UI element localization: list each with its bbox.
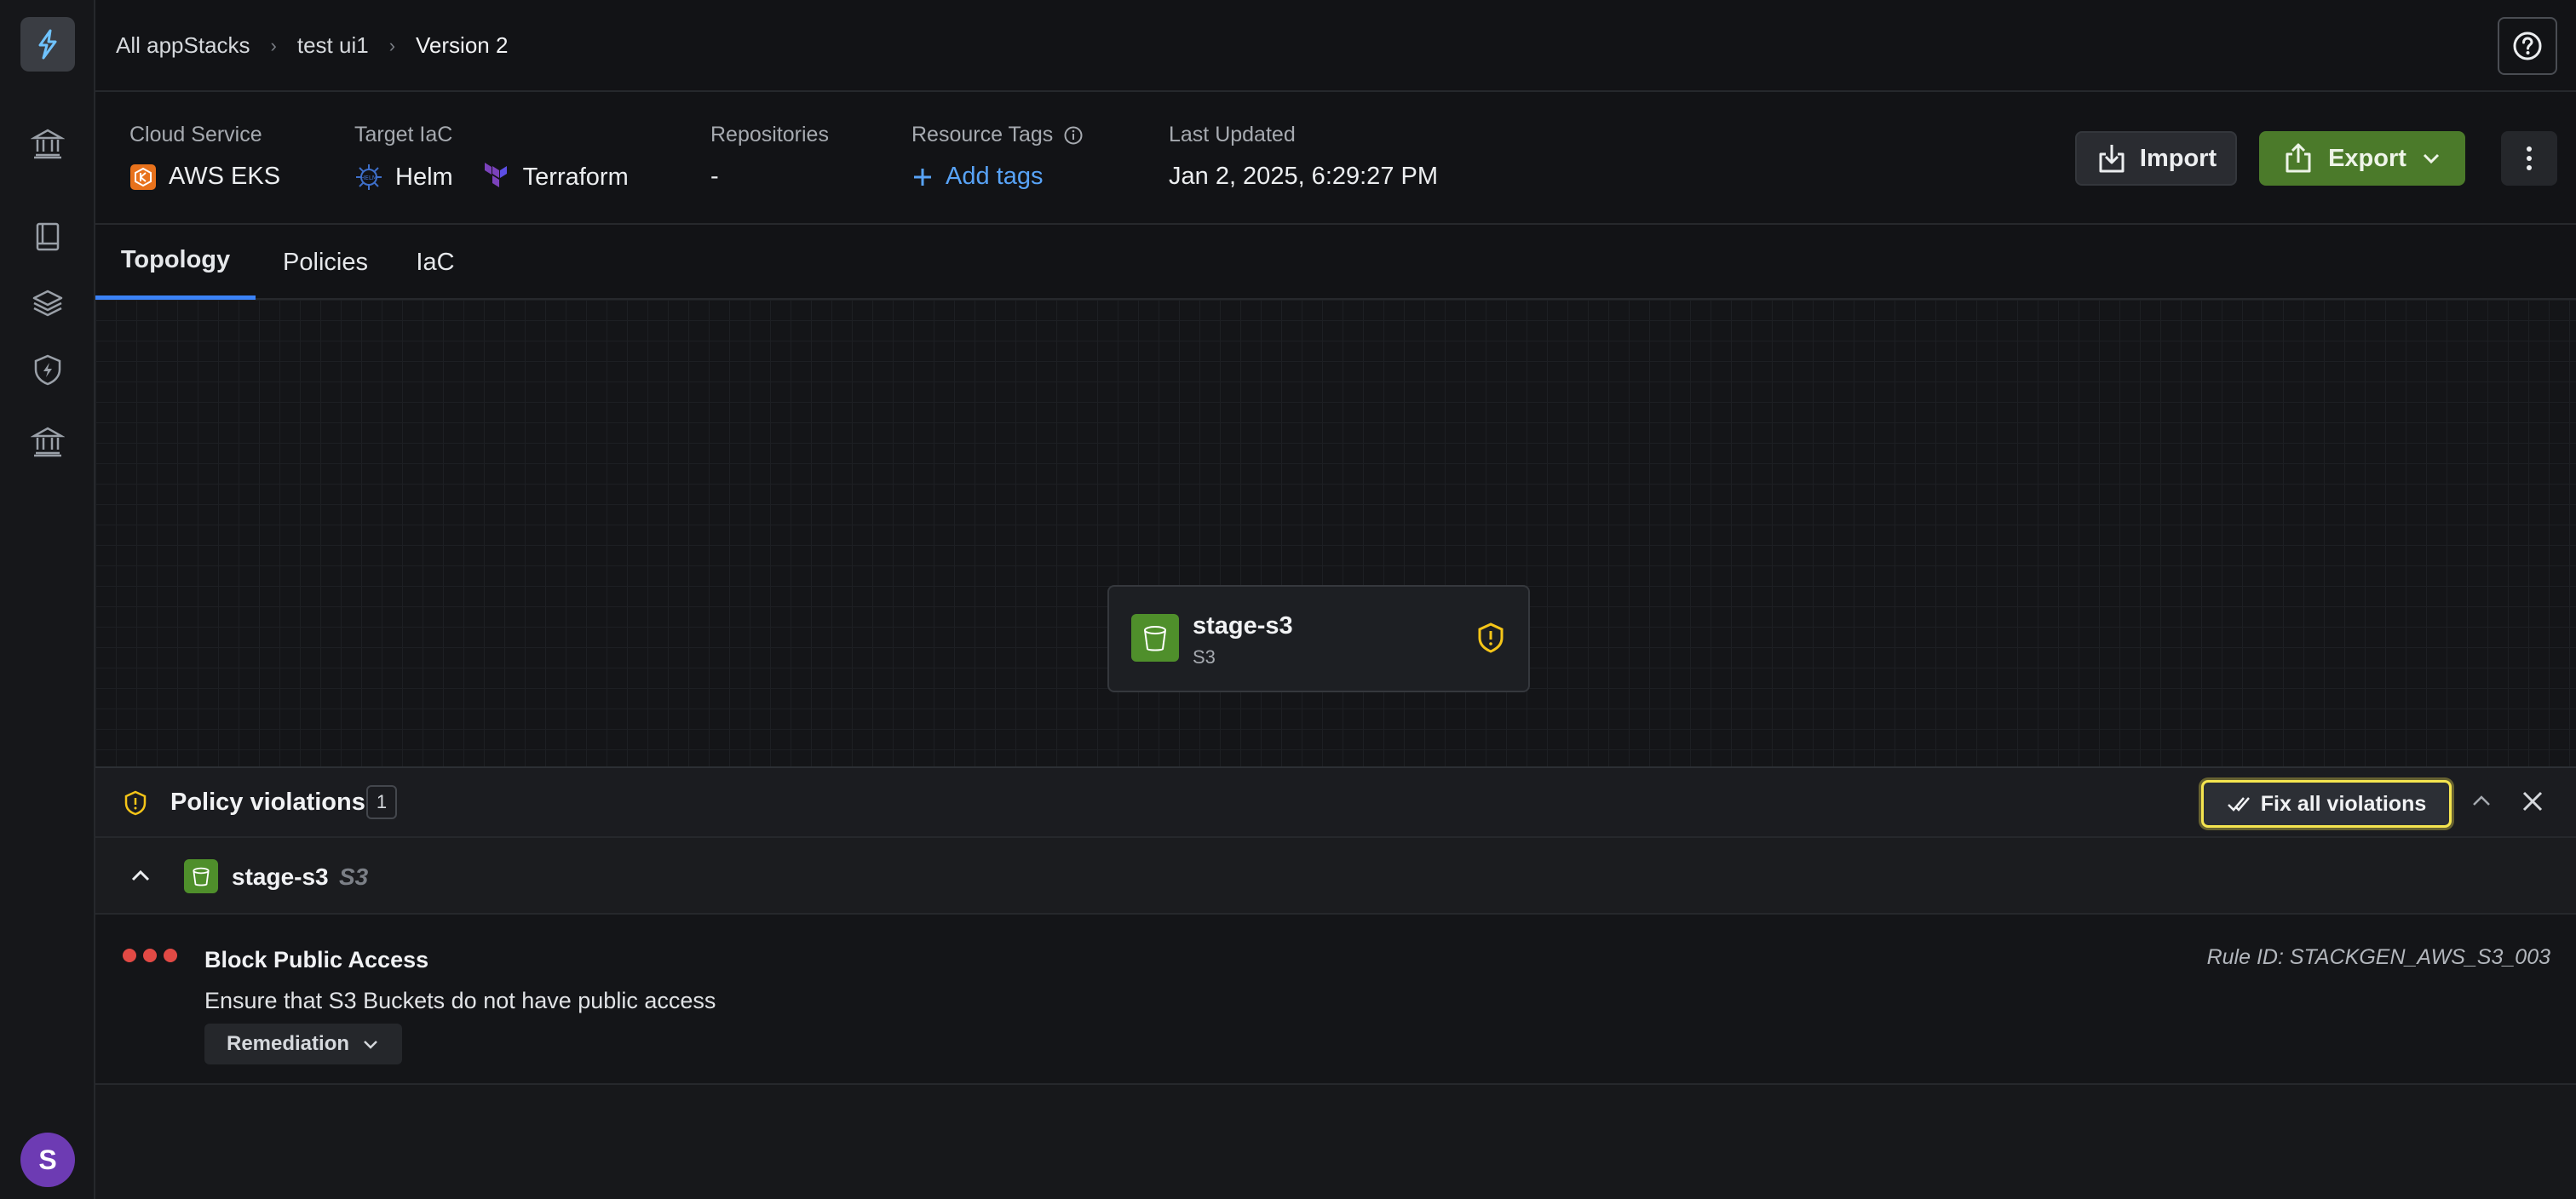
node-subtitle: S3 bbox=[1193, 646, 1216, 668]
cloud-service-section: Cloud Service AWS EKS bbox=[129, 123, 280, 191]
sidebar-catalog-icon[interactable] bbox=[29, 218, 66, 255]
violation-resource-name: stage-s3 bbox=[232, 863, 329, 890]
app-logo[interactable] bbox=[20, 17, 75, 72]
chevron-up-icon[interactable] bbox=[128, 863, 153, 893]
import-icon bbox=[2099, 145, 2125, 173]
svg-text:HELM: HELM bbox=[360, 175, 377, 181]
info-icon[interactable] bbox=[1063, 125, 1084, 146]
violation-item: Block Public Access Ensure that S3 Bucke… bbox=[95, 915, 2576, 1085]
repositories-value: - bbox=[710, 163, 719, 190]
policy-violations-title: Policy violations bbox=[170, 789, 365, 816]
sidebar-bank-icon[interactable] bbox=[29, 124, 66, 162]
repositories-label: Repositories bbox=[710, 123, 829, 146]
violation-title: Block Public Access bbox=[204, 947, 429, 972]
export-label: Export bbox=[2328, 144, 2406, 172]
helm-icon: HELM bbox=[356, 164, 382, 190]
kebab-menu-icon bbox=[2527, 146, 2532, 170]
last-updated-value: Jan 2, 2025, 6:29:27 PM bbox=[1169, 163, 1438, 190]
chevron-down-icon bbox=[2423, 153, 2439, 164]
export-button[interactable]: Export bbox=[2259, 131, 2465, 186]
breadcrumb-appstack[interactable]: test ui1 bbox=[297, 32, 369, 59]
cloud-service-text: AWS EKS bbox=[169, 163, 281, 190]
sidebar-bank-2-icon[interactable] bbox=[29, 422, 66, 460]
policy-violations-panel: Policy violations 1 Fix all violations s… bbox=[95, 766, 2576, 1199]
tab-policies[interactable]: Policies bbox=[264, 225, 387, 300]
resource-tags-label-text: Resource Tags bbox=[911, 123, 1054, 146]
sidebar-layers-icon[interactable] bbox=[29, 284, 66, 322]
fix-all-violations-button[interactable]: Fix all violations bbox=[2201, 780, 2452, 828]
terraform-text: Terraform bbox=[522, 163, 629, 191]
breadcrumb-all-appstacks[interactable]: All appStacks bbox=[116, 32, 250, 59]
add-tags-link[interactable]: Add tags bbox=[911, 163, 1084, 191]
policy-violations-header: Policy violations 1 Fix all violations bbox=[95, 768, 2576, 838]
repositories-section: Repositories - bbox=[710, 123, 829, 191]
violation-resource-row[interactable]: stage-s3 S3 bbox=[95, 838, 2576, 915]
import-label: Import bbox=[2139, 144, 2217, 172]
resource-tags-section: Resource Tags Add tags bbox=[911, 123, 1084, 191]
stackgen-logo-icon bbox=[38, 29, 57, 60]
last-updated-section: Last Updated Jan 2, 2025, 6:29:27 PM bbox=[1169, 123, 1438, 191]
target-iac-label: Target IaC bbox=[354, 123, 453, 146]
severity-dot bbox=[143, 949, 157, 962]
severity-dot bbox=[123, 949, 136, 962]
more-options-button[interactable] bbox=[2501, 131, 2557, 186]
tab-topology[interactable]: Topology bbox=[95, 225, 256, 300]
violations-count-badge: 1 bbox=[366, 785, 397, 819]
chevron-right-icon: › bbox=[270, 34, 277, 56]
remediation-dropdown[interactable]: Remediation bbox=[204, 1024, 402, 1064]
top-bar: All appStacks › test ui1 › Version 2 bbox=[95, 0, 2576, 92]
topology-canvas[interactable]: stage-s3 S3 bbox=[95, 300, 2576, 766]
add-tags-text: Add tags bbox=[946, 163, 1044, 190]
close-icon bbox=[2522, 791, 2543, 812]
resource-tags-label: Resource Tags bbox=[911, 123, 1084, 147]
double-check-icon bbox=[2227, 797, 2250, 812]
sidebar: S bbox=[0, 0, 95, 1199]
severity-dot bbox=[164, 949, 177, 962]
user-avatar[interactable]: S bbox=[20, 1133, 75, 1187]
breadcrumb-version: Version 2 bbox=[416, 32, 509, 58]
shield-warning-icon bbox=[124, 790, 147, 820]
breadcrumb: All appStacks › test ui1 › Version 2 bbox=[116, 32, 508, 59]
tab-bar: Topology Policies IaC bbox=[95, 225, 2576, 300]
chevron-down-icon bbox=[364, 1041, 377, 1049]
sidebar-policy-shield-icon[interactable] bbox=[29, 351, 66, 388]
resource-node[interactable]: stage-s3 S3 bbox=[1107, 585, 1530, 692]
tab-iac[interactable]: IaC bbox=[395, 225, 475, 300]
s3-bucket-icon bbox=[184, 859, 218, 893]
target-iac-value: HELM Helm Terraform bbox=[354, 163, 629, 192]
violation-description: Ensure that S3 Buckets do not have publi… bbox=[204, 988, 716, 1013]
collapse-panel-button[interactable] bbox=[2469, 789, 2494, 818]
help-button[interactable] bbox=[2498, 17, 2557, 75]
help-icon bbox=[2513, 32, 2542, 60]
fix-all-label: Fix all violations bbox=[2260, 791, 2427, 816]
close-panel-button[interactable] bbox=[2520, 789, 2545, 818]
chevron-right-icon: › bbox=[388, 34, 396, 56]
remediation-label: Remediation bbox=[226, 1032, 350, 1055]
chevron-up-icon bbox=[2473, 795, 2490, 806]
policy-warning-icon[interactable] bbox=[1477, 622, 1504, 657]
export-icon bbox=[2286, 143, 2311, 173]
appstack-info-bar: Cloud Service AWS EKS Target IaC HELM He… bbox=[95, 92, 2576, 225]
cloud-service-value: AWS EKS bbox=[129, 163, 280, 191]
severity-high-indicator bbox=[123, 949, 177, 962]
violation-rule-id: Rule ID: STACKGEN_AWS_S3_003 bbox=[2206, 945, 2550, 969]
violation-resource-type: S3 bbox=[339, 863, 369, 890]
import-button[interactable]: Import bbox=[2075, 131, 2237, 186]
aws-eks-icon bbox=[130, 164, 156, 190]
helm-text: Helm bbox=[395, 163, 453, 191]
terraform-icon bbox=[484, 163, 507, 187]
plus-icon bbox=[914, 168, 931, 186]
target-iac-section: Target IaC HELM Helm Terraform bbox=[354, 123, 629, 192]
node-title: stage-s3 bbox=[1193, 612, 1293, 640]
cloud-service-label: Cloud Service bbox=[129, 123, 262, 146]
last-updated-label: Last Updated bbox=[1169, 123, 1296, 146]
s3-bucket-icon bbox=[1131, 614, 1179, 662]
